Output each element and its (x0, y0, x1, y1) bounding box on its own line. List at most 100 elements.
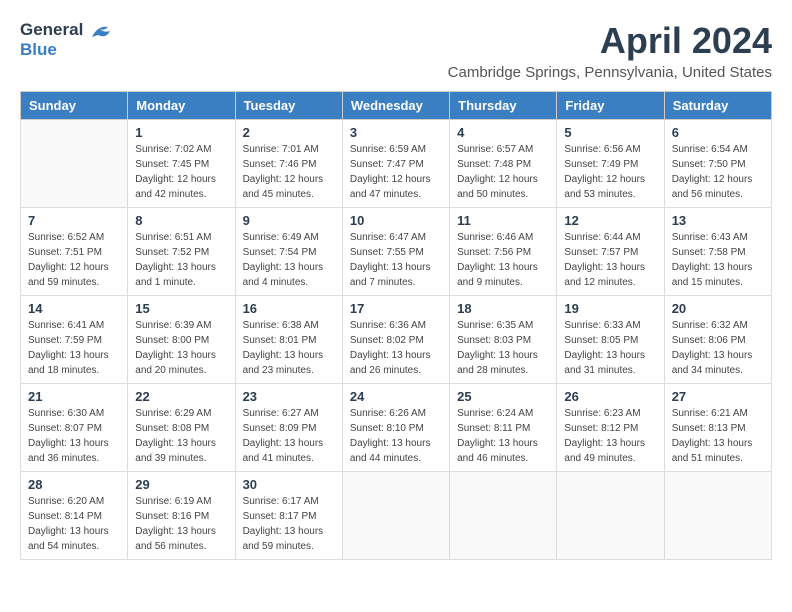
calendar-cell: 14 Sunrise: 6:41 AMSunset: 7:59 PMDayligh… (21, 296, 128, 384)
day-number: 4 (457, 125, 549, 140)
day-info: Sunrise: 7:01 AMSunset: 7:46 PMDaylight:… (243, 142, 335, 202)
day-number: 3 (350, 125, 442, 140)
day-number: 11 (457, 213, 549, 228)
day-info: Sunrise: 6:49 AMSunset: 7:54 PMDaylight:… (243, 230, 335, 290)
day-info: Sunrise: 6:33 AMSunset: 8:05 PMDaylight:… (564, 318, 656, 378)
calendar-cell: 15 Sunrise: 6:39 AMSunset: 8:00 PMDayligh… (128, 296, 235, 384)
day-info: Sunrise: 6:21 AMSunset: 8:13 PMDaylight:… (672, 406, 764, 466)
calendar-cell (557, 472, 664, 560)
day-info: Sunrise: 6:44 AMSunset: 7:57 PMDaylight:… (564, 230, 656, 290)
calendar-cell: 29 Sunrise: 6:19 AMSunset: 8:16 PMDayligh… (128, 472, 235, 560)
day-header-thursday: Thursday (450, 92, 557, 120)
logo-bird-icon (90, 23, 112, 39)
calendar-cell (21, 120, 128, 208)
week-row-1: 1 Sunrise: 7:02 AMSunset: 7:45 PMDaylight… (21, 120, 772, 208)
day-number: 20 (672, 301, 764, 316)
day-number: 7 (28, 213, 120, 228)
day-number: 9 (243, 213, 335, 228)
day-info: Sunrise: 6:39 AMSunset: 8:00 PMDaylight:… (135, 318, 227, 378)
day-info: Sunrise: 6:52 AMSunset: 7:51 PMDaylight:… (28, 230, 120, 290)
calendar-cell: 9 Sunrise: 6:49 AMSunset: 7:54 PMDaylight… (235, 208, 342, 296)
calendar-cell (342, 472, 449, 560)
calendar-table: SundayMondayTuesdayWednesdayThursdayFrid… (20, 91, 772, 560)
logo-blue: Blue (20, 40, 57, 59)
day-number: 21 (28, 389, 120, 404)
day-info: Sunrise: 7:02 AMSunset: 7:45 PMDaylight:… (135, 142, 227, 202)
page-container: General Blue April 2024 Cambridge Spring… (20, 20, 772, 560)
day-header-tuesday: Tuesday (235, 92, 342, 120)
day-header-monday: Monday (128, 92, 235, 120)
week-row-2: 7 Sunrise: 6:52 AMSunset: 7:51 PMDaylight… (21, 208, 772, 296)
day-number: 30 (243, 477, 335, 492)
header: General Blue April 2024 Cambridge Spring… (20, 20, 772, 81)
day-info: Sunrise: 6:20 AMSunset: 8:14 PMDaylight:… (28, 494, 120, 554)
calendar-cell: 3 Sunrise: 6:59 AMSunset: 7:47 PMDaylight… (342, 120, 449, 208)
day-number: 13 (672, 213, 764, 228)
day-number: 26 (564, 389, 656, 404)
day-number: 19 (564, 301, 656, 316)
week-row-3: 14 Sunrise: 6:41 AMSunset: 7:59 PMDayligh… (21, 296, 772, 384)
calendar-cell: 1 Sunrise: 7:02 AMSunset: 7:45 PMDaylight… (128, 120, 235, 208)
day-info: Sunrise: 6:23 AMSunset: 8:12 PMDaylight:… (564, 406, 656, 466)
day-info: Sunrise: 6:26 AMSunset: 8:10 PMDaylight:… (350, 406, 442, 466)
day-info: Sunrise: 6:59 AMSunset: 7:47 PMDaylight:… (350, 142, 442, 202)
day-info: Sunrise: 6:17 AMSunset: 8:17 PMDaylight:… (243, 494, 335, 554)
day-number: 5 (564, 125, 656, 140)
day-info: Sunrise: 6:35 AMSunset: 8:03 PMDaylight:… (457, 318, 549, 378)
calendar-cell: 28Sunrise: 6:20 AMSunset: 8:14 PMDayligh… (21, 472, 128, 560)
day-info: Sunrise: 6:43 AMSunset: 7:58 PMDaylight:… (672, 230, 764, 290)
calendar-cell: 26 Sunrise: 6:23 AMSunset: 8:12 PMDayligh… (557, 384, 664, 472)
day-number: 15 (135, 301, 227, 316)
day-number: 14 (28, 301, 120, 316)
calendar-cell: 6Sunrise: 6:54 AMSunset: 7:50 PMDaylight… (664, 120, 771, 208)
day-number: 23 (243, 389, 335, 404)
calendar-cell: 19 Sunrise: 6:33 AMSunset: 8:05 PMDayligh… (557, 296, 664, 384)
day-number: 6 (672, 125, 764, 140)
day-number: 27 (672, 389, 764, 404)
calendar-cell: 10Sunrise: 6:47 AMSunset: 7:55 PMDayligh… (342, 208, 449, 296)
calendar-title: April 2024 (448, 20, 772, 62)
calendar-cell (450, 472, 557, 560)
day-info: Sunrise: 6:56 AMSunset: 7:49 PMDaylight:… (564, 142, 656, 202)
day-number: 2 (243, 125, 335, 140)
day-info: Sunrise: 6:57 AMSunset: 7:48 PMDaylight:… (457, 142, 549, 202)
day-number: 17 (350, 301, 442, 316)
calendar-cell: 24 Sunrise: 6:26 AMSunset: 8:10 PMDayligh… (342, 384, 449, 472)
day-number: 24 (350, 389, 442, 404)
week-row-4: 21 Sunrise: 6:30 AMSunset: 8:07 PMDayligh… (21, 384, 772, 472)
day-number: 8 (135, 213, 227, 228)
day-info: Sunrise: 6:29 AMSunset: 8:08 PMDaylight:… (135, 406, 227, 466)
day-number: 18 (457, 301, 549, 316)
calendar-cell: 11 Sunrise: 6:46 AMSunset: 7:56 PMDayligh… (450, 208, 557, 296)
calendar-cell: 25Sunrise: 6:24 AMSunset: 8:11 PMDayligh… (450, 384, 557, 472)
calendar-cell: 12 Sunrise: 6:44 AMSunset: 7:57 PMDayligh… (557, 208, 664, 296)
day-info: Sunrise: 6:30 AMSunset: 8:07 PMDaylight:… (28, 406, 120, 466)
calendar-cell: 5 Sunrise: 6:56 AMSunset: 7:49 PMDaylight… (557, 120, 664, 208)
calendar-cell: 18 Sunrise: 6:35 AMSunset: 8:03 PMDayligh… (450, 296, 557, 384)
week-row-5: 28Sunrise: 6:20 AMSunset: 8:14 PMDayligh… (21, 472, 772, 560)
day-info: Sunrise: 6:36 AMSunset: 8:02 PMDaylight:… (350, 318, 442, 378)
day-header-saturday: Saturday (664, 92, 771, 120)
calendar-cell: 16Sunrise: 6:38 AMSunset: 8:01 PMDayligh… (235, 296, 342, 384)
day-header-sunday: Sunday (21, 92, 128, 120)
calendar-cell: 2 Sunrise: 7:01 AMSunset: 7:46 PMDaylight… (235, 120, 342, 208)
calendar-cell: 7 Sunrise: 6:52 AMSunset: 7:51 PMDaylight… (21, 208, 128, 296)
calendar-cell: 8Sunrise: 6:51 AMSunset: 7:52 PMDaylight… (128, 208, 235, 296)
calendar-cell: 23 Sunrise: 6:27 AMSunset: 8:09 PMDayligh… (235, 384, 342, 472)
day-number: 12 (564, 213, 656, 228)
day-info: Sunrise: 6:27 AMSunset: 8:09 PMDaylight:… (243, 406, 335, 466)
calendar-cell: 20 Sunrise: 6:32 AMSunset: 8:06 PMDayligh… (664, 296, 771, 384)
day-number: 22 (135, 389, 227, 404)
day-info: Sunrise: 6:19 AMSunset: 8:16 PMDaylight:… (135, 494, 227, 554)
day-number: 1 (135, 125, 227, 140)
calendar-cell (664, 472, 771, 560)
calendar-subtitle: Cambridge Springs, Pennsylvania, United … (448, 64, 772, 81)
day-number: 29 (135, 477, 227, 492)
day-header-friday: Friday (557, 92, 664, 120)
day-header-wednesday: Wednesday (342, 92, 449, 120)
logo: General Blue (20, 20, 114, 60)
day-info: Sunrise: 6:46 AMSunset: 7:56 PMDaylight:… (457, 230, 549, 290)
day-info: Sunrise: 6:24 AMSunset: 8:11 PMDaylight:… (457, 406, 549, 466)
day-info: Sunrise: 6:32 AMSunset: 8:06 PMDaylight:… (672, 318, 764, 378)
day-info: Sunrise: 6:41 AMSunset: 7:59 PMDaylight:… (28, 318, 120, 378)
